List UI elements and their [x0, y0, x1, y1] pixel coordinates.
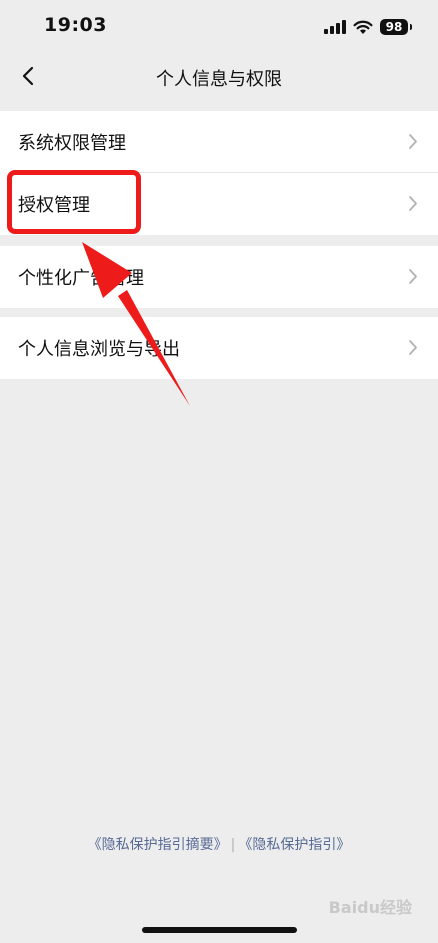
watermark-logo: Baidu经验 [328, 898, 412, 917]
annotation-arrow-icon [82, 242, 190, 406]
